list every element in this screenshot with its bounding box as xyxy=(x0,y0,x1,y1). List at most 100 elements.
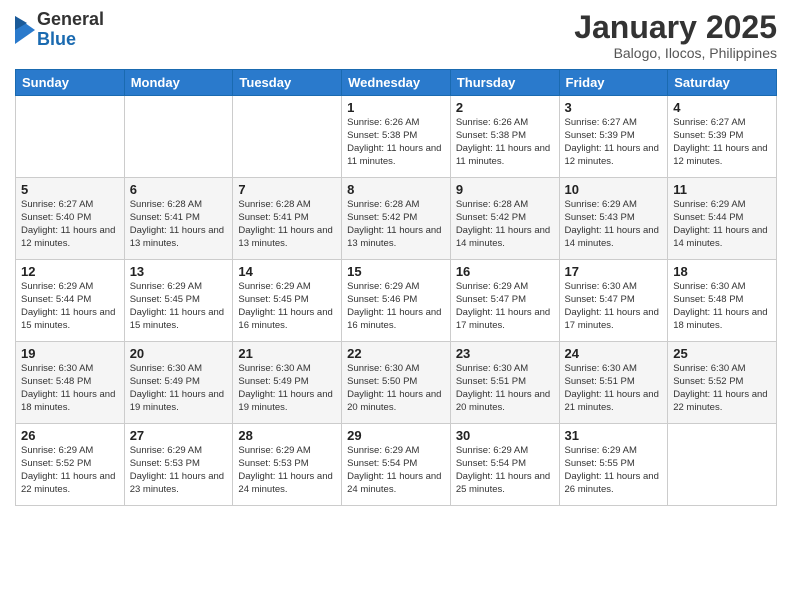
day-number: 24 xyxy=(565,346,663,361)
day-number: 5 xyxy=(21,182,119,197)
weekday-header-wednesday: Wednesday xyxy=(342,70,451,96)
day-info: Sunrise: 6:27 AM Sunset: 5:39 PM Dayligh… xyxy=(673,117,771,168)
calendar-cell: 17 Sunrise: 6:30 AM Sunset: 5:47 PM Dayli… xyxy=(559,260,668,342)
calendar-cell: 28Sunrise: 6:29 AM Sunset: 5:53 PM Dayli… xyxy=(233,424,342,506)
calendar-cell: 2 Sunrise: 6:26 AM Sunset: 5:38 PM Daylig… xyxy=(450,96,559,178)
logo-icon xyxy=(15,16,35,44)
day-number: 1 xyxy=(347,100,445,115)
calendar-cell: 11Sunrise: 6:29 AM Sunset: 5:44 PM Dayli… xyxy=(668,178,777,260)
day-number: 3 xyxy=(565,100,663,115)
day-number: 26 xyxy=(21,428,119,443)
day-info: Sunrise: 6:30 AM Sunset: 5:49 PM Dayligh… xyxy=(130,363,228,414)
day-info: Sunrise: 6:27 AM Sunset: 5:39 PM Dayligh… xyxy=(565,117,663,168)
calendar-week-4: 19Sunrise: 6:30 AM Sunset: 5:48 PM Dayli… xyxy=(16,342,777,424)
logo-general-text: General xyxy=(37,10,104,30)
day-number: 18 xyxy=(673,264,771,279)
day-info: Sunrise: 6:30 AM Sunset: 5:48 PM Dayligh… xyxy=(21,363,119,414)
calendar-body: 1 Sunrise: 6:26 AM Sunset: 5:38 PM Daylig… xyxy=(16,96,777,506)
calendar-cell: 24 Sunrise: 6:30 AM Sunset: 5:51 PM Dayli… xyxy=(559,342,668,424)
calendar-week-5: 26 Sunrise: 6:29 AM Sunset: 5:52 PM Dayli… xyxy=(16,424,777,506)
day-number: 16 xyxy=(456,264,554,279)
day-info: Sunrise: 6:29 AM Sunset: 5:46 PM Dayligh… xyxy=(347,281,445,332)
day-info: Sunrise: 6:29 AM Sunset: 5:54 PM Dayligh… xyxy=(456,445,554,496)
day-info: Sunrise: 6:29 AM Sunset: 5:47 PM Dayligh… xyxy=(456,281,554,332)
calendar-cell: 3 Sunrise: 6:27 AM Sunset: 5:39 PM Daylig… xyxy=(559,96,668,178)
day-info: Sunrise: 6:29 AM Sunset: 5:53 PM Dayligh… xyxy=(130,445,228,496)
day-info: Sunrise: 6:28 AM Sunset: 5:41 PM Dayligh… xyxy=(238,199,336,250)
calendar-cell: 22 Sunrise: 6:30 AM Sunset: 5:50 PM Dayli… xyxy=(342,342,451,424)
calendar-cell xyxy=(124,96,233,178)
weekday-header-tuesday: Tuesday xyxy=(233,70,342,96)
day-number: 31 xyxy=(565,428,663,443)
day-number: 17 xyxy=(565,264,663,279)
day-info: Sunrise: 6:27 AM Sunset: 5:40 PM Dayligh… xyxy=(21,199,119,250)
weekday-header-saturday: Saturday xyxy=(668,70,777,96)
calendar-cell: 9Sunrise: 6:28 AM Sunset: 5:42 PM Daylig… xyxy=(450,178,559,260)
month-title: January 2025 xyxy=(574,10,777,45)
calendar-week-1: 1 Sunrise: 6:26 AM Sunset: 5:38 PM Daylig… xyxy=(16,96,777,178)
day-number: 12 xyxy=(21,264,119,279)
day-info: Sunrise: 6:30 AM Sunset: 5:52 PM Dayligh… xyxy=(673,363,771,414)
calendar-cell: 29Sunrise: 6:29 AM Sunset: 5:54 PM Dayli… xyxy=(342,424,451,506)
location: Balogo, Ilocos, Philippines xyxy=(574,45,777,61)
day-number: 6 xyxy=(130,182,228,197)
day-info: Sunrise: 6:26 AM Sunset: 5:38 PM Dayligh… xyxy=(347,117,445,168)
calendar-cell: 31Sunrise: 6:29 AM Sunset: 5:55 PM Dayli… xyxy=(559,424,668,506)
day-info: Sunrise: 6:30 AM Sunset: 5:48 PM Dayligh… xyxy=(673,281,771,332)
calendar-cell: 5 Sunrise: 6:27 AM Sunset: 5:40 PM Daylig… xyxy=(16,178,125,260)
day-info: Sunrise: 6:28 AM Sunset: 5:42 PM Dayligh… xyxy=(347,199,445,250)
day-info: Sunrise: 6:29 AM Sunset: 5:53 PM Dayligh… xyxy=(238,445,336,496)
weekday-header-sunday: Sunday xyxy=(16,70,125,96)
calendar-cell xyxy=(668,424,777,506)
weekday-header-monday: Monday xyxy=(124,70,233,96)
day-info: Sunrise: 6:30 AM Sunset: 5:50 PM Dayligh… xyxy=(347,363,445,414)
day-info: Sunrise: 6:26 AM Sunset: 5:38 PM Dayligh… xyxy=(456,117,554,168)
day-info: Sunrise: 6:29 AM Sunset: 5:44 PM Dayligh… xyxy=(21,281,119,332)
header: General Blue January 2025 Balogo, Ilocos… xyxy=(15,10,777,61)
day-info: Sunrise: 6:30 AM Sunset: 5:51 PM Dayligh… xyxy=(456,363,554,414)
page: General Blue January 2025 Balogo, Ilocos… xyxy=(0,0,792,612)
day-number: 23 xyxy=(456,346,554,361)
calendar-cell: 10Sunrise: 6:29 AM Sunset: 5:43 PM Dayli… xyxy=(559,178,668,260)
day-number: 30 xyxy=(456,428,554,443)
day-number: 25 xyxy=(673,346,771,361)
calendar-table: SundayMondayTuesdayWednesdayThursdayFrid… xyxy=(15,69,777,506)
calendar-cell: 6 Sunrise: 6:28 AM Sunset: 5:41 PM Daylig… xyxy=(124,178,233,260)
day-info: Sunrise: 6:29 AM Sunset: 5:54 PM Dayligh… xyxy=(347,445,445,496)
day-number: 10 xyxy=(565,182,663,197)
calendar-cell: 15 Sunrise: 6:29 AM Sunset: 5:46 PM Dayli… xyxy=(342,260,451,342)
day-number: 20 xyxy=(130,346,228,361)
day-number: 15 xyxy=(347,264,445,279)
calendar-cell: 25 Sunrise: 6:30 AM Sunset: 5:52 PM Dayli… xyxy=(668,342,777,424)
day-number: 8 xyxy=(347,182,445,197)
title-area: January 2025 Balogo, Ilocos, Philippines xyxy=(574,10,777,61)
weekday-header-row: SundayMondayTuesdayWednesdayThursdayFrid… xyxy=(16,70,777,96)
logo: General Blue xyxy=(15,10,104,50)
calendar-cell: 1 Sunrise: 6:26 AM Sunset: 5:38 PM Daylig… xyxy=(342,96,451,178)
day-info: Sunrise: 6:30 AM Sunset: 5:47 PM Dayligh… xyxy=(565,281,663,332)
day-info: Sunrise: 6:28 AM Sunset: 5:41 PM Dayligh… xyxy=(130,199,228,250)
calendar-cell: 8 Sunrise: 6:28 AM Sunset: 5:42 PM Daylig… xyxy=(342,178,451,260)
calendar-cell: 19Sunrise: 6:30 AM Sunset: 5:48 PM Dayli… xyxy=(16,342,125,424)
calendar-cell: 12 Sunrise: 6:29 AM Sunset: 5:44 PM Dayli… xyxy=(16,260,125,342)
day-number: 22 xyxy=(347,346,445,361)
calendar-cell: 13Sunrise: 6:29 AM Sunset: 5:45 PM Dayli… xyxy=(124,260,233,342)
calendar-cell: 21Sunrise: 6:30 AM Sunset: 5:49 PM Dayli… xyxy=(233,342,342,424)
day-number: 13 xyxy=(130,264,228,279)
day-number: 14 xyxy=(238,264,336,279)
day-info: Sunrise: 6:30 AM Sunset: 5:51 PM Dayligh… xyxy=(565,363,663,414)
day-number: 2 xyxy=(456,100,554,115)
calendar-cell: 27 Sunrise: 6:29 AM Sunset: 5:53 PM Dayli… xyxy=(124,424,233,506)
calendar-cell: 18 Sunrise: 6:30 AM Sunset: 5:48 PM Dayli… xyxy=(668,260,777,342)
day-number: 4 xyxy=(673,100,771,115)
calendar-cell: 7Sunrise: 6:28 AM Sunset: 5:41 PM Daylig… xyxy=(233,178,342,260)
day-info: Sunrise: 6:29 AM Sunset: 5:44 PM Dayligh… xyxy=(673,199,771,250)
calendar-cell: 4 Sunrise: 6:27 AM Sunset: 5:39 PM Daylig… xyxy=(668,96,777,178)
day-number: 27 xyxy=(130,428,228,443)
calendar-week-2: 5 Sunrise: 6:27 AM Sunset: 5:40 PM Daylig… xyxy=(16,178,777,260)
calendar-cell: 23 Sunrise: 6:30 AM Sunset: 5:51 PM Dayli… xyxy=(450,342,559,424)
calendar-cell: 14Sunrise: 6:29 AM Sunset: 5:45 PM Dayli… xyxy=(233,260,342,342)
calendar-cell: 26 Sunrise: 6:29 AM Sunset: 5:52 PM Dayli… xyxy=(16,424,125,506)
calendar-cell: 20 Sunrise: 6:30 AM Sunset: 5:49 PM Dayli… xyxy=(124,342,233,424)
day-info: Sunrise: 6:29 AM Sunset: 5:52 PM Dayligh… xyxy=(21,445,119,496)
